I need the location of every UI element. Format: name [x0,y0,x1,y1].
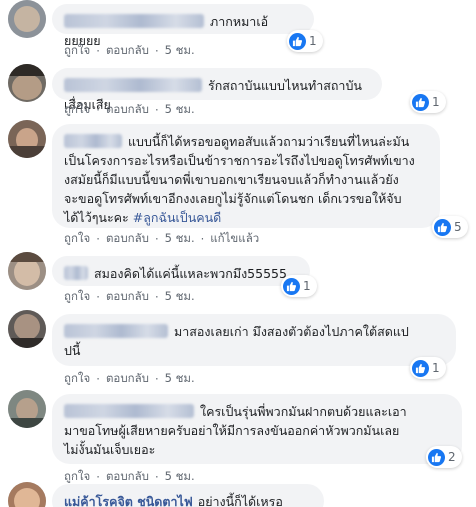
avatar[interactable] [8,482,46,507]
comment-actions: ถูกใจ · ตอบกลับ · 5 ชม. [64,42,195,60]
comment-bubble: สมองคิดได้แค่นี้แหละพวกมึง55555 [52,256,310,286]
reaction-count[interactable]: 1 [281,275,317,297]
comment-actions: ถูกใจ · ตอบกลับ · 5 ชม. [64,370,195,388]
comment-text-line: มาขอโทษผู้เสียหายครับอย่าให้มีการลงขันออ… [64,423,400,438]
timestamp[interactable]: 5 ชม. [165,288,195,306]
comment-actions: ถูกใจ · ตอบกลับ · 5 ชม. [64,288,195,306]
reaction-number: 1 [303,279,311,293]
comment-bubble: ใครเป็นรุ่นพี่พวกมันฝากตบด้วยและเอา มาขอ… [52,394,462,464]
reply-button[interactable]: ตอบกลับ [106,288,149,306]
avatar[interactable] [8,64,46,102]
comment-text-line: งสมัยนี้ก็มีแบบนี้ขนาดพี่เขาบอกเขาเรียนจ… [64,172,399,187]
comment-actions: ถูกใจ · ตอบกลับ · 5 ชม. [64,101,195,119]
comment-text-line: จะขอดูโทรศัพท์เขาอีกงงเลยกูไม่รู้จักแต่โ… [64,191,402,206]
reply-button[interactable]: ตอบกลับ [106,42,149,60]
comment-text-line: ไม่งั้นมันเจ็บเยอะ [64,442,156,457]
comment-text-line: ใครเป็นรุ่นพี่พวกมันฝากตบด้วยและเอา [200,404,407,419]
like-thumb-icon [289,32,306,50]
comment-bubble: ภากหมาเอ้ยยยยย [52,4,314,48]
commenter-name-blurred[interactable] [64,134,122,148]
reply-button[interactable]: ตอบกลับ [106,370,149,388]
hashtag-link[interactable]: #ลูกฉันเป็นคนดี [133,210,222,225]
avatar[interactable] [8,310,46,348]
commenter-name-blurred[interactable] [64,404,194,418]
comment-text-line: แบบนี้ก็ได้หรอขอดูทอสับแล้วถามว่าเรียนที… [128,134,410,149]
reaction-number: 5 [454,220,462,234]
avatar[interactable] [8,0,46,38]
reaction-count[interactable]: 1 [287,30,323,52]
reply-button[interactable]: ตอบกลับ [106,101,149,119]
reaction-count[interactable]: 2 [426,446,462,468]
reaction-number: 2 [448,450,456,464]
commenter-name[interactable]: แม่ค้าโรคจิต ชนิดตาไฟ [64,494,193,507]
reaction-count[interactable]: 1 [410,357,446,379]
edited-label[interactable]: แก้ไขแล้ว [210,230,259,248]
comment-bubble: แม่ค้าโรคจิต ชนิดตาไฟ อย่างนี้ก็ได้เหรอ [52,484,324,507]
like-thumb-icon [428,448,445,466]
commenter-name-blurred[interactable] [64,14,204,28]
comment-bubble: มาสองเลยเก่า มึงสองตัวต้องไปภาคใต้สดแป ป… [52,314,456,366]
timestamp[interactable]: 5 ชม. [165,42,195,60]
timestamp[interactable]: 5 ชม. [165,230,195,248]
comment-text: สมองคิดได้แค่นี้แหละพวกมึง55555 [94,266,287,281]
avatar[interactable] [8,252,46,290]
like-thumb-icon [412,93,429,111]
reaction-count[interactable]: 1 [410,91,446,113]
avatar[interactable] [8,120,46,158]
comment-bubble: แบบนี้ก็ได้หรอขอดูทอสับแล้วถามว่าเรียนที… [52,124,440,228]
timestamp[interactable]: 5 ชม. [165,101,195,119]
commenter-name-blurred[interactable] [64,324,168,338]
like-thumb-icon [434,218,451,236]
comment-text-line: มาสองเลยเก่า มึงสองตัวต้องไปภาคใต้สดแป [174,324,409,339]
reaction-number: 1 [432,95,440,109]
commenter-name-blurred[interactable] [64,266,88,280]
comment-actions: ถูกใจ · ตอบกลับ · 5 ชม. · แก้ไขแล้ว [64,230,260,248]
like-button[interactable]: ถูกใจ [64,101,90,119]
like-button[interactable]: ถูกใจ [64,230,90,248]
reaction-number: 1 [432,361,440,375]
avatar[interactable] [8,390,46,428]
reaction-count[interactable]: 5 [432,216,468,238]
comment-text: อย่างนี้ก็ได้เหรอ [197,494,283,507]
comment-text-line: ปนี้ [64,343,81,358]
like-button[interactable]: ถูกใจ [64,288,90,306]
commenter-name-blurred[interactable] [64,78,202,92]
reply-button[interactable]: ตอบกลับ [106,230,149,248]
reaction-number: 1 [309,34,317,48]
like-thumb-icon [283,277,300,295]
timestamp[interactable]: 5 ชม. [165,370,195,388]
like-button[interactable]: ถูกใจ [64,42,90,60]
like-button[interactable]: ถูกใจ [64,370,90,388]
comment-text-line: ได้ไว้ๆนะคะ [64,210,129,225]
comment-text-line: เป็นโครงการอะไรหรือเป็นข้าราชการอะไรถึงไ… [64,153,415,168]
comment-bubble: รักสถาบันแบบไหนทำสถาบันเสื่อมเสีย [52,68,382,112]
like-thumb-icon [412,359,429,377]
